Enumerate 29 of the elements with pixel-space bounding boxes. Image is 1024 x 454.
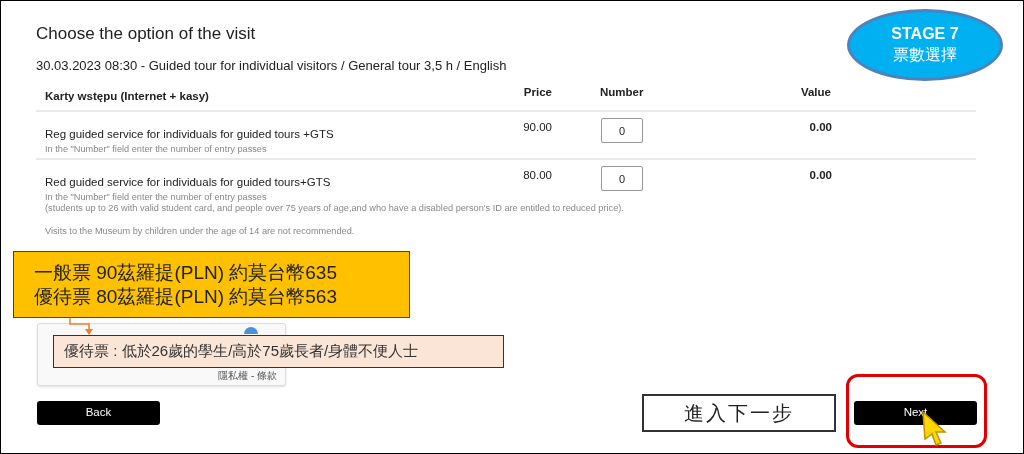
value-cell-text: 0.00	[808, 168, 832, 183]
footnote-text: Visits to the Museum by children under the age of 14 are not recommended.	[45, 225, 355, 238]
visit-subtitle: 30.03.2023 08:30 - Guided tour for individual visitors / General tour 3,5 h / English	[36, 57, 507, 75]
stage-title: STAGE 7	[891, 24, 959, 44]
price-note-line: 優待票 80茲羅提(PLN) 約莫台幣563	[34, 284, 337, 309]
hint-text: (students up to 26 with valid student card, and people over 75 years of age,and who have a disabled person's ID are entitled to reduced price).	[45, 203, 624, 214]
ticket-name: Red guided service for individuals for guided tours+GTS	[45, 175, 332, 189]
back-button[interactable]: Back	[37, 401, 160, 425]
leader-line	[67, 318, 94, 335]
column-header: Number	[600, 85, 645, 100]
column-header: Price	[522, 85, 552, 100]
next-step-label: 進入下一步	[642, 394, 836, 432]
ticket-name: Reg guided service for individuals for guided tours +GTS	[45, 127, 335, 141]
column-header: Value	[799, 85, 831, 100]
number-field[interactable]: 0	[601, 166, 643, 191]
column-header: Karty wstępu (Internet + kasy)	[45, 89, 210, 104]
price-note-line: 一般票 90茲羅提(PLN) 約莫台幣635	[34, 260, 337, 285]
page-title: Choose the option of the visit	[36, 23, 256, 45]
next-button[interactable]: Next	[854, 401, 977, 425]
hint-text: In the "Number" field enter the number of entry passes	[45, 144, 267, 155]
value-cell-text: 0.00	[808, 120, 832, 135]
hint-text: In the "Number" field enter the number of entry passes	[45, 192, 267, 203]
number-field[interactable]: 0	[601, 118, 643, 143]
captcha-links[interactable]: 隱私權 - 條款	[218, 368, 277, 383]
stage-subtitle: 票數選擇	[893, 45, 957, 65]
captcha-logo-icon	[243, 325, 259, 334]
price-cell-text: 90.00	[522, 120, 552, 135]
price-cell-text: 80.00	[522, 168, 552, 183]
reduced-note: 優待票 : 低於26歲的學生/高於75歲長者/身體不便人士	[53, 335, 504, 368]
